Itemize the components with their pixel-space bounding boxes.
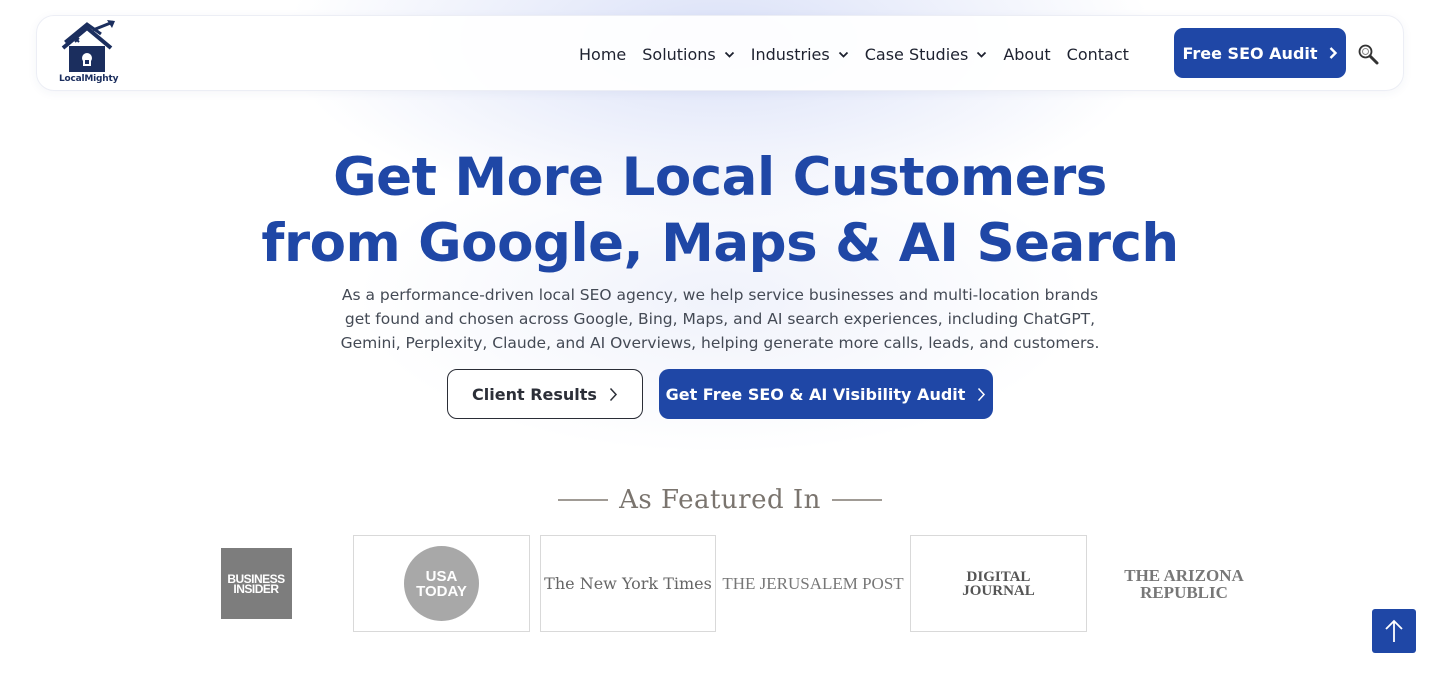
- client-results-label: Client Results: [472, 384, 597, 404]
- nav-item-label: About: [1003, 44, 1051, 64]
- nav-item-label: Industries: [750, 44, 830, 64]
- divider-line: [831, 499, 882, 501]
- nav-item-industries[interactable]: Industries: [751, 45, 849, 64]
- digital-journal-line-2: JOURNAL: [962, 582, 1035, 599]
- hero-description: As a performance-driven local SEO agency…: [340, 286, 1100, 352]
- nav-item-contact[interactable]: Contact: [1067, 45, 1129, 64]
- free-audit-cta-button[interactable]: Get Free SEO & AI Visibility Audit: [659, 369, 993, 419]
- digital-journal-line-1: DIGITAL: [966, 568, 1031, 585]
- hero-title-line-2: from Google, Maps & AI Search: [261, 213, 1179, 274]
- usa-today-logo: USA TODAY: [353, 535, 530, 632]
- main-nav: Home Solutions Industries Case Studies A…: [579, 42, 1145, 66]
- site-header: LocalMighty Home Solutions Industries Ca…: [36, 15, 1404, 91]
- search-icon[interactable]: [1357, 43, 1379, 65]
- business-insider-line-2: INSIDER: [233, 581, 279, 596]
- usa-today-line-2: TODAY: [416, 582, 467, 600]
- logo-house-icon: [61, 20, 115, 72]
- brand-name: LocalMighty: [59, 74, 119, 84]
- nav-item-label: Solutions: [642, 44, 716, 64]
- arizona-republic-logo: THE ARIZONA REPUBLIC: [1097, 535, 1271, 632]
- hero-title: Get More Local Customers from Google, Ma…: [0, 145, 1440, 277]
- arizona-republic-line-1: THE ARIZONA: [1124, 565, 1244, 585]
- chevron-down-icon: [977, 51, 987, 58]
- chevron-right-icon: [978, 387, 986, 401]
- free-seo-audit-label: Free SEO Audit: [1182, 43, 1318, 63]
- nav-item-case-studies[interactable]: Case Studies: [865, 45, 988, 64]
- nav-item-solutions[interactable]: Solutions: [642, 45, 735, 64]
- free-seo-audit-button[interactable]: Free SEO Audit: [1174, 28, 1346, 78]
- client-results-button[interactable]: Client Results: [447, 369, 643, 419]
- chevron-down-icon: [724, 51, 734, 58]
- digital-journal-logo: DIGITAL JOURNAL: [910, 535, 1087, 632]
- nav-item-home[interactable]: Home: [579, 45, 626, 64]
- featured-heading-text: As Featured In: [619, 485, 821, 515]
- hero-title-line-1: Get More Local Customers: [333, 147, 1107, 208]
- chevron-right-icon: [609, 387, 617, 401]
- chevron-down-icon: [838, 51, 848, 58]
- jerusalem-post-wordmark: THE JERUSALEM POST: [722, 573, 904, 593]
- usa-today-line-1: USA: [425, 567, 458, 585]
- business-insider-mark: BUSINESS INSIDER: [220, 548, 292, 619]
- usa-today-mark: USA TODAY: [404, 546, 479, 621]
- arizona-republic-line-2: REPUBLIC: [1140, 582, 1228, 602]
- business-insider-logo: BUSINESS INSIDER: [219, 535, 293, 632]
- free-audit-cta-label: Get Free SEO & AI Visibility Audit: [665, 384, 966, 404]
- jerusalem-post-logo: THE JERUSALEM POST: [722, 535, 903, 632]
- brand-logo[interactable]: LocalMighty: [57, 20, 123, 86]
- scroll-to-top-button[interactable]: [1372, 609, 1416, 653]
- featured-heading: As Featured In: [0, 482, 1440, 518]
- nyt-logo: The New York Times: [540, 535, 716, 632]
- arrow-up-icon: [1385, 619, 1403, 642]
- nav-item-label: Contact: [1066, 44, 1129, 64]
- arizona-republic-wordmark: THE ARIZONA REPUBLIC: [1124, 567, 1244, 601]
- chevron-right-icon: [1329, 47, 1337, 59]
- nav-item-about[interactable]: About: [1003, 45, 1050, 64]
- nyt-wordmark: The New York Times: [544, 574, 712, 593]
- nav-item-label: Case Studies: [864, 44, 969, 64]
- divider-line: [558, 499, 609, 501]
- digital-journal-wordmark: DIGITAL JOURNAL: [962, 568, 1035, 599]
- nav-item-label: Home: [579, 44, 627, 64]
